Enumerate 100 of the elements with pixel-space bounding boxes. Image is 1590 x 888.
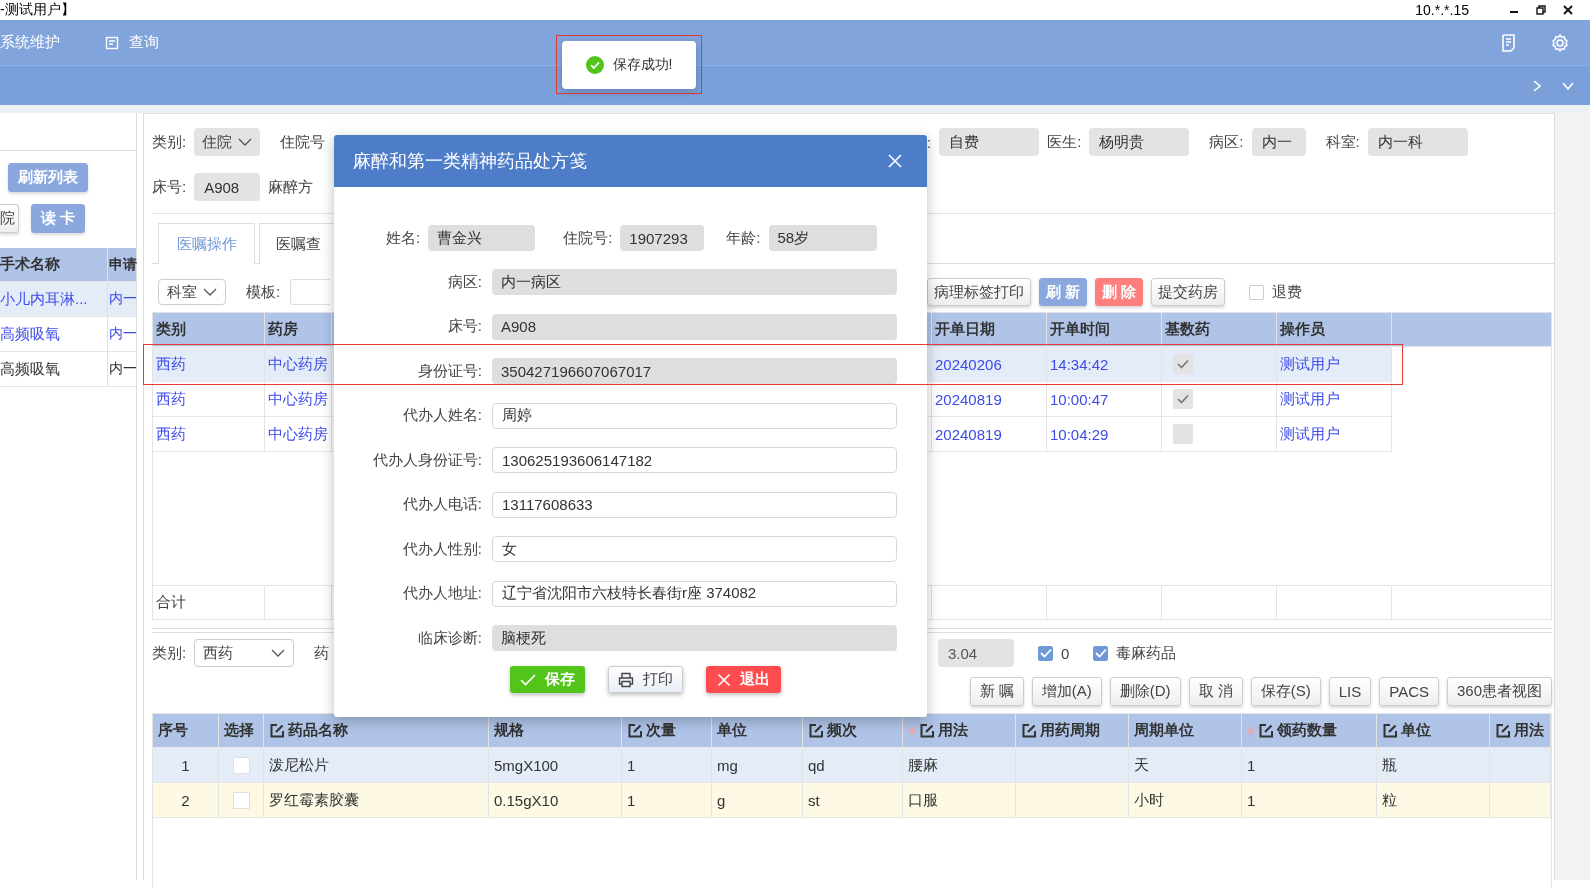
surgery-row[interactable]: 高频吸氧 内一	[0, 317, 136, 352]
header-label: 规格	[494, 721, 524, 740]
table-cell: 合计	[153, 586, 265, 619]
readonly-field: 58岁	[768, 225, 877, 251]
field-label: 年龄:	[726, 228, 761, 248]
table-cell: 10:00:47	[1047, 382, 1162, 416]
table-cell: g	[712, 783, 803, 817]
field-label: 科室:	[1325, 132, 1360, 152]
category-select[interactable]: 西药	[194, 639, 295, 667]
column-header: 开单日期	[932, 313, 1047, 346]
field-label: 姓名:	[386, 228, 421, 248]
table-cell: mg	[712, 748, 803, 782]
table-cell: 1	[153, 748, 219, 782]
table-cell: 内一	[108, 317, 137, 351]
drug-row[interactable]: 1 泼尼松片 5mgX100 1 mg qd 腰麻 天 1 瓶	[153, 748, 1551, 783]
department-select[interactable]: 科室	[158, 279, 226, 305]
field-label: 药	[314, 643, 330, 663]
action-button[interactable]: 360患者视图	[1446, 677, 1552, 706]
action-button[interactable]: LIS	[1328, 677, 1372, 706]
table-cell: 14:34:42	[1047, 347, 1162, 381]
table-cell: 粒	[1377, 783, 1490, 817]
column-header: 类别	[153, 313, 265, 346]
surgery-row[interactable]: 小儿内耳淋... 内一	[0, 282, 136, 317]
table-cell: 测试用户	[1277, 417, 1392, 451]
header-label: 领药数量	[1277, 721, 1337, 740]
readonly-field: 自费	[939, 128, 1040, 156]
readonly-field: A908	[492, 313, 897, 340]
field-label: 病区:	[1209, 132, 1244, 152]
readonly-field: 350427196607067017	[492, 358, 897, 384]
toast-message: 保存成功!	[612, 55, 673, 74]
field-label: 代办人地址:	[401, 584, 482, 603]
drug-row[interactable]: 2 罗红霉素胶囊 0.15gX10 1 g st 口服 小时 1 粒	[153, 783, 1551, 818]
table-cell: 口服	[903, 783, 1016, 817]
field-label: 身份证号:	[416, 361, 482, 381]
print-button[interactable]: 打印	[608, 666, 683, 693]
admission-button[interactable]: 院	[0, 203, 19, 233]
readonly-field: 曹金兴	[428, 225, 536, 251]
action-button[interactable]: 删除(D)	[1109, 677, 1181, 706]
field-label: :	[927, 133, 932, 151]
toolbar-button[interactable]: 病理标签打印	[927, 278, 1031, 306]
header-label: 序号	[158, 721, 188, 740]
header-label: 选择	[224, 721, 254, 740]
toolbar-button[interactable]: 提交药房	[1151, 278, 1226, 306]
field-label: 模板:	[246, 282, 281, 302]
readonly-field: 内一病区	[492, 269, 897, 295]
readonly-field: A908	[194, 173, 261, 201]
header-label: 次量	[646, 721, 676, 740]
action-button[interactable]: 新 嘱	[969, 677, 1024, 706]
table-cell: 罗红霉素胶囊	[264, 783, 489, 817]
window-title: -测试用户】	[0, 1, 75, 19]
input-field[interactable]: 13117608633	[492, 491, 897, 518]
action-button[interactable]: 取 消	[1188, 677, 1243, 706]
header-label: 单位	[717, 721, 747, 740]
table-cell: 小儿内耳淋...	[0, 282, 108, 316]
field-label: 代办人电话:	[401, 495, 482, 514]
field-label: 代办人姓名:	[401, 406, 482, 425]
field-label: 类别:	[152, 132, 187, 152]
table-cell: 1	[1242, 748, 1377, 782]
field-label: 住院号:	[563, 228, 613, 248]
checkbox-label: 毒麻药品	[1116, 643, 1177, 663]
input-field[interactable]: 女	[492, 536, 897, 562]
table-cell: st	[803, 783, 903, 817]
header-label: 频次	[827, 721, 857, 740]
field-label: 麻醉方	[268, 177, 314, 197]
input-field[interactable]: 辽宁省沈阳市六枝特长春街r座 374082	[492, 580, 897, 607]
table-cell: 瓶	[1377, 748, 1490, 782]
table-cell: 西药	[153, 347, 265, 381]
field-label: 代办人身份证号:	[371, 450, 482, 470]
dialog-title: 麻醉和第一类精神药品处方笺	[353, 150, 587, 173]
table-cell: 2	[153, 783, 219, 817]
checkbox-label: 0	[1061, 644, 1070, 662]
table-cell: 1	[622, 783, 712, 817]
action-button[interactable]: PACS	[1379, 677, 1439, 706]
category-select[interactable]: 住院	[194, 128, 261, 156]
action-button[interactable]: 增加(A)	[1031, 677, 1102, 706]
readonly-field: 内一科	[1367, 128, 1468, 156]
action-button[interactable]: 保存(S)	[1250, 677, 1321, 706]
table-cell: qd	[803, 748, 903, 782]
table-cell: 中心药房	[265, 417, 332, 451]
surgery-row[interactable]: 高频吸氧 内一	[0, 352, 136, 387]
readonly-field: 1907293	[620, 225, 705, 251]
table-cell: 西药	[153, 417, 265, 451]
table-cell: 20240819	[932, 382, 1047, 416]
field-label: 床号:	[152, 177, 187, 197]
table-cell: 10:04:29	[1047, 417, 1162, 451]
field-label: 代办人性别:	[401, 539, 482, 559]
table-cell: 1	[1242, 783, 1377, 817]
checkbox-label: 退费	[1272, 282, 1303, 302]
input-field[interactable]: 130625193606147182	[492, 447, 897, 473]
amount-field: 3.04	[938, 639, 1014, 667]
column-header: 申请	[108, 248, 137, 281]
field-label: 医生:	[1047, 132, 1082, 152]
field-label: 病区:	[446, 272, 482, 292]
header-label: 用法	[1514, 721, 1544, 740]
table-cell: 腰麻	[903, 748, 1016, 782]
header-label: 周期单位	[1134, 721, 1194, 740]
field-label: 住院号	[280, 132, 326, 152]
column-header: 手术名称	[0, 248, 108, 281]
input-field[interactable]: 周婷	[492, 402, 897, 429]
table-cell: 测试用户	[1277, 347, 1392, 381]
